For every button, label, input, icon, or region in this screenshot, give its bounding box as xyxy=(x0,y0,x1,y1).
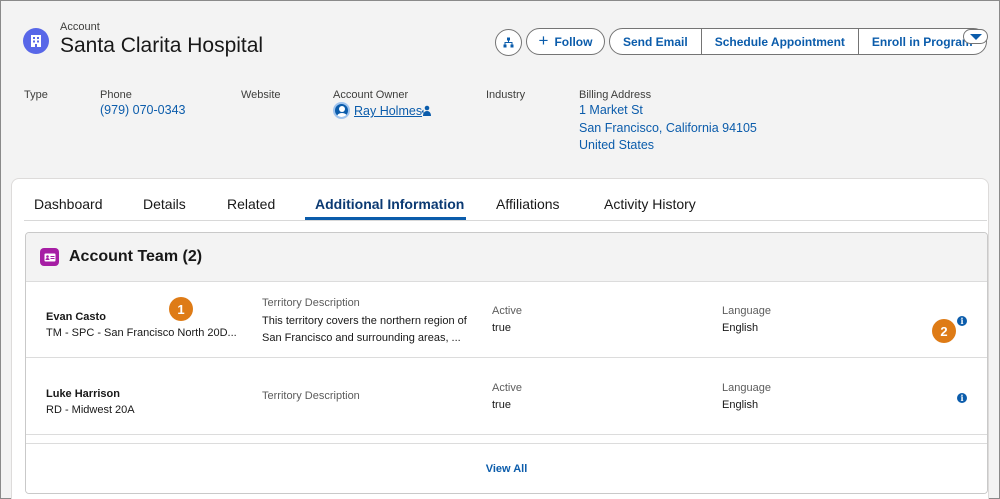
send-email-button[interactable]: Send Email xyxy=(610,29,702,54)
view-all-link[interactable]: View All xyxy=(26,443,987,493)
schedule-appointment-button[interactable]: Schedule Appointment xyxy=(702,29,859,54)
active-label: Active xyxy=(492,382,522,394)
territory-description-line: San Francisco and surrounding areas, ... xyxy=(262,332,461,344)
billing-line[interactable]: 1 Market St xyxy=(579,103,643,117)
team-member-row: Luke Harrison RD - Midwest 20A Territory… xyxy=(26,359,987,435)
active-label: Active xyxy=(492,305,522,317)
language-label: Language xyxy=(722,305,771,317)
team-member-row: Evan Casto TM - SPC - San Francisco Nort… xyxy=(26,282,987,358)
territory-description-label: Territory Description xyxy=(262,390,360,402)
type-label: Type xyxy=(24,89,48,101)
follow-button[interactable]: + Follow xyxy=(526,28,605,55)
billing-line[interactable]: San Francisco, California 94105 xyxy=(579,121,757,135)
language-value: English xyxy=(722,399,759,411)
tab-details[interactable]: Details xyxy=(143,196,186,212)
owner-link[interactable]: Ray Holmes xyxy=(354,104,422,118)
tab-additional-information[interactable]: Additional Information xyxy=(315,196,464,212)
tab-bar: Dashboard Details Related Additional Inf… xyxy=(24,189,987,221)
billing-label: Billing Address xyxy=(579,89,652,101)
member-name[interactable]: Evan Casto xyxy=(46,311,106,323)
territory-description-line: This territory covers the northern regio… xyxy=(262,315,467,327)
action-button-group: Send Email Schedule Appointment Enroll i… xyxy=(609,28,987,55)
page-title: Santa Clarita Hospital xyxy=(60,34,264,57)
language-value: English xyxy=(722,322,759,334)
member-territory: TM - SPC - San Francisco North 20D... xyxy=(46,327,237,339)
change-owner-icon[interactable] xyxy=(421,105,432,116)
info-icon[interactable]: i xyxy=(957,316,967,326)
billing-line[interactable]: United States xyxy=(579,138,654,152)
active-value: true xyxy=(492,322,511,334)
more-actions-button[interactable] xyxy=(963,29,988,44)
building-icon xyxy=(23,28,49,54)
active-tab-indicator xyxy=(305,217,466,220)
account-team-title[interactable]: Account Team (2) xyxy=(69,248,202,266)
member-territory: RD - Midwest 20A xyxy=(46,404,135,416)
account-team-card: Account Team (2) Evan Casto TM - SPC - S… xyxy=(25,232,988,494)
tab-dashboard[interactable]: Dashboard xyxy=(34,196,103,212)
plus-icon: + xyxy=(538,31,549,50)
hierarchy-button[interactable] xyxy=(495,29,522,56)
hierarchy-icon xyxy=(503,37,514,48)
territory-description-label: Territory Description xyxy=(262,297,360,309)
callout-badge: 2 xyxy=(932,319,956,343)
member-name[interactable]: Luke Harrison xyxy=(46,388,120,400)
website-label: Website xyxy=(241,89,281,101)
industry-label: Industry xyxy=(486,89,526,101)
phone-link[interactable]: (979) 070-0343 xyxy=(100,103,185,117)
object-label: Account xyxy=(60,21,100,33)
owner-avatar xyxy=(333,102,350,119)
follow-label: Follow xyxy=(554,34,593,49)
tab-activity-history[interactable]: Activity History xyxy=(604,196,696,212)
chevron-down-icon xyxy=(969,33,982,40)
language-label: Language xyxy=(722,382,771,394)
info-icon[interactable]: i xyxy=(957,393,967,403)
owner-label: Account Owner xyxy=(333,89,409,101)
tab-affiliations[interactable]: Affiliations xyxy=(496,196,560,212)
callout-badge: 1 xyxy=(169,297,193,321)
account-team-header: Account Team (2) xyxy=(26,233,987,282)
contact-card-icon xyxy=(40,248,59,266)
phone-label: Phone xyxy=(100,89,132,101)
tab-related[interactable]: Related xyxy=(227,196,275,212)
active-value: true xyxy=(492,399,511,411)
